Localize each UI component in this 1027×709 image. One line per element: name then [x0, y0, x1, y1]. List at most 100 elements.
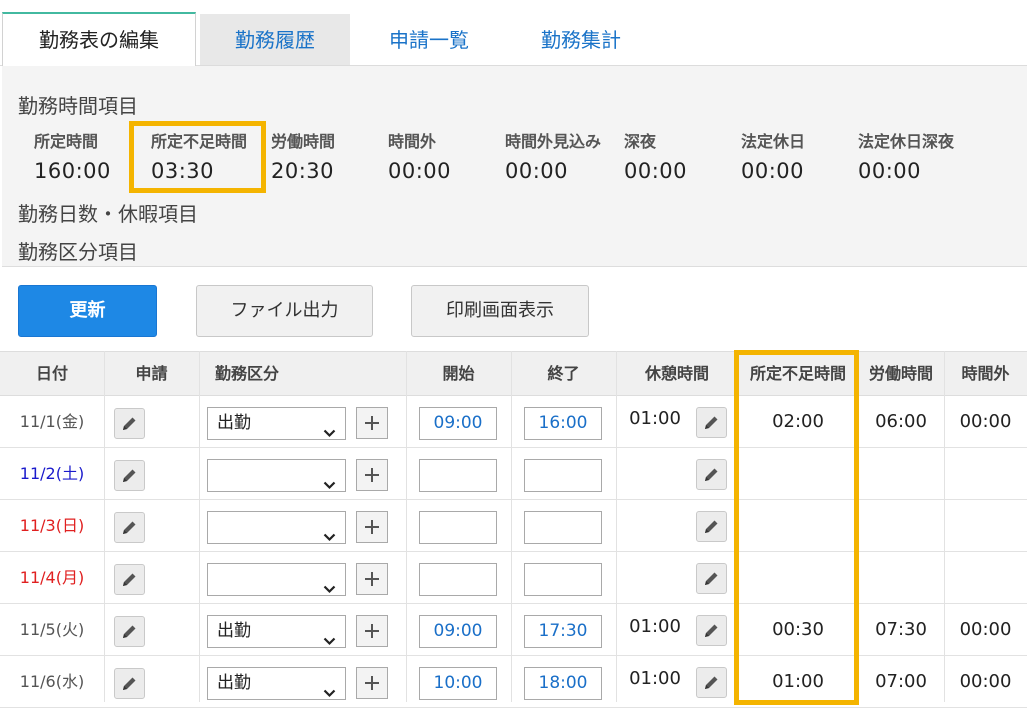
- work-category-select[interactable]: [207, 563, 346, 596]
- metric-label: 深夜: [624, 132, 657, 151]
- table-row: 11/2(土): [0, 448, 1027, 500]
- shortfall-value: 01:00: [772, 671, 824, 692]
- chevron-down-icon: [323, 574, 336, 605]
- request-edit-button[interactable]: [114, 512, 145, 543]
- days-leave-section-title[interactable]: 勤務日数・休暇項目: [18, 198, 198, 227]
- file-output-button[interactable]: ファイル出力: [196, 285, 373, 337]
- metric-label: 所定時間: [34, 132, 99, 151]
- break-edit-button[interactable]: [696, 667, 727, 698]
- request-edit-button[interactable]: [114, 460, 145, 491]
- end-time-input[interactable]: [524, 511, 602, 544]
- labor-hours-value: 06:00: [875, 411, 927, 432]
- end-time-input[interactable]: [524, 563, 602, 596]
- break-time-value: [620, 448, 690, 500]
- print-screen-button[interactable]: 印刷画面表示: [411, 285, 589, 337]
- metric-legal-holiday-night: 法定休日深夜 00:00: [858, 128, 954, 183]
- tab-work-history[interactable]: 勤務履歴: [200, 14, 350, 66]
- shortfall-value: [738, 500, 858, 552]
- break-edit-button[interactable]: [696, 563, 727, 594]
- tab-bar: 勤務表の編集 勤務履歴 申請一覧 勤務集計: [0, 0, 1027, 66]
- work-category-value: 出勤: [217, 621, 251, 641]
- break-edit-button[interactable]: [696, 459, 727, 490]
- break-edit-button[interactable]: [696, 615, 727, 646]
- end-time-input[interactable]: 16:00: [524, 407, 602, 440]
- metric-legal-holiday: 法定休日 00:00: [741, 128, 805, 183]
- chevron-down-icon: [323, 418, 336, 449]
- start-time-input[interactable]: [419, 459, 497, 492]
- tab-request-list[interactable]: 申請一覧: [354, 14, 504, 66]
- chevron-down-icon: [323, 678, 336, 709]
- metric-value: 00:00: [624, 159, 688, 183]
- break-time-value: 01:00: [629, 668, 681, 689]
- metric-label: 時間外見込み: [505, 132, 602, 151]
- header-shortfall: 所定不足時間: [749, 364, 846, 383]
- start-time-input[interactable]: 10:00: [419, 667, 497, 700]
- metric-label: 法定休日: [741, 132, 806, 151]
- work-category-select[interactable]: 出勤: [207, 407, 346, 440]
- overtime-value: [944, 500, 1027, 552]
- table-row: 11/1(金) 出勤 09:00 16:00 01:00 02:00 06:00 00:00: [0, 396, 1027, 448]
- break-time-value: [620, 500, 690, 552]
- update-button[interactable]: 更新: [18, 285, 157, 337]
- chevron-down-icon: [323, 626, 336, 657]
- work-category-select[interactable]: 出勤: [207, 667, 346, 700]
- header-end: 終了: [547, 364, 580, 383]
- labor-hours-value: [858, 500, 944, 552]
- row-date: 11/2(土): [19, 464, 85, 483]
- metric-labor-hours: 労働時間 20:30: [271, 128, 335, 183]
- start-time-input[interactable]: [419, 563, 497, 596]
- work-category-value: 出勤: [217, 673, 251, 693]
- chevron-down-icon: [323, 522, 336, 553]
- table-row: 11/5(火) 出勤 09:00 17:30 01:00 00:30 07:30 00:00: [0, 604, 1027, 656]
- work-category-select[interactable]: [207, 511, 346, 544]
- summary-panel: 勤務時間項目 所定時間 160:00 所定不足時間 03:30 労働時間 20:…: [2, 66, 1027, 267]
- tab-edit-timesheet[interactable]: 勤務表の編集: [2, 12, 196, 66]
- metric-overtime: 時間外 00:00: [388, 128, 451, 183]
- row-date: 11/5(火): [19, 620, 85, 639]
- end-time-input[interactable]: [524, 459, 602, 492]
- add-category-button[interactable]: [356, 511, 388, 543]
- metric-late-night: 深夜 00:00: [624, 128, 687, 183]
- table-header: 日付 申請 勤務区分 開始 終了 休憩時間 所定不足時間 労働時間 時間外: [0, 351, 1027, 396]
- row-date: 11/6(水): [19, 672, 85, 691]
- break-edit-button[interactable]: [696, 407, 727, 438]
- tab-work-summary[interactable]: 勤務集計: [506, 14, 656, 66]
- shortfall-value: [738, 448, 858, 500]
- work-category-select[interactable]: [207, 459, 346, 492]
- row-date: 11/1(金): [19, 412, 85, 431]
- metric-value: 00:00: [858, 159, 922, 183]
- request-edit-button[interactable]: [114, 616, 145, 647]
- labor-hours-value: 07:00: [875, 671, 927, 692]
- start-time-input[interactable]: 09:00: [419, 407, 497, 440]
- request-edit-button[interactable]: [114, 668, 145, 699]
- start-time-input[interactable]: 09:00: [419, 615, 497, 648]
- metric-value: 00:00: [741, 159, 805, 183]
- break-edit-button[interactable]: [696, 511, 727, 542]
- header-labor: 労働時間: [868, 364, 933, 383]
- metric-value: 00:00: [505, 159, 569, 183]
- request-edit-button[interactable]: [114, 564, 145, 595]
- add-category-button[interactable]: [356, 615, 388, 647]
- header-break: 休憩時間: [644, 364, 709, 383]
- overtime-value: 00:00: [959, 411, 1012, 432]
- add-category-button[interactable]: [356, 407, 388, 439]
- request-edit-button[interactable]: [114, 408, 145, 439]
- row-date: 11/3(日): [19, 516, 85, 535]
- add-category-button[interactable]: [356, 563, 388, 595]
- header-start: 開始: [442, 364, 475, 383]
- metric-value: 03:30: [151, 159, 215, 183]
- metric-overtime-forecast: 時間外見込み 00:00: [505, 128, 601, 183]
- work-category-section-title[interactable]: 勤務区分項目: [18, 236, 138, 265]
- add-category-button[interactable]: [356, 459, 388, 491]
- end-time-input[interactable]: 17:30: [524, 615, 602, 648]
- table-row: 11/3(日): [0, 500, 1027, 552]
- add-category-button[interactable]: [356, 667, 388, 699]
- end-time-input[interactable]: 18:00: [524, 667, 602, 700]
- row-date: 11/4(月): [19, 568, 85, 587]
- work-time-section-title[interactable]: 勤務時間項目: [18, 90, 138, 119]
- shortfall-value: [738, 552, 858, 604]
- work-category-select[interactable]: 出勤: [207, 615, 346, 648]
- start-time-input[interactable]: [419, 511, 497, 544]
- break-time-value: 01:00: [629, 408, 681, 429]
- labor-hours-value: [858, 448, 944, 500]
